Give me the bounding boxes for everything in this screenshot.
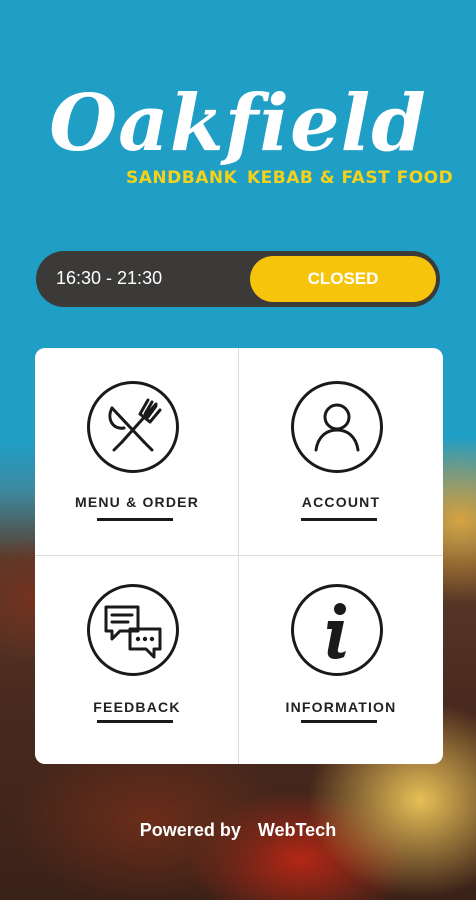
open-status-badge[interactable]: CLOSED [250, 256, 436, 302]
menu-order-tile[interactable]: MENU & ORDER [35, 348, 239, 556]
company-name[interactable]: WebTech [258, 820, 336, 840]
information-tile[interactable]: INFORMATION [239, 556, 443, 764]
menu-order-label: MENU & ORDER [74, 494, 200, 510]
brand-tagline: KEBAB & FAST FOOD [247, 168, 454, 188]
menu-order-underline [97, 518, 173, 521]
information-underline [301, 720, 377, 723]
feedback-underline [97, 720, 173, 723]
brand-logo: Oakfield SANDBANK KEBAB & FAST FOOD [0, 78, 476, 189]
feedback-tile[interactable]: FEEDBACK [35, 556, 239, 764]
chat-bubbles-icon [87, 584, 179, 676]
account-tile[interactable]: ACCOUNT [239, 348, 443, 556]
information-label: INFORMATION [285, 699, 397, 715]
info-icon [291, 584, 383, 676]
powered-by-footer: Powered by WebTech [0, 820, 476, 841]
feedback-label: FEEDBACK [93, 699, 181, 715]
powered-by-text: Powered by [139, 820, 241, 840]
user-icon [291, 381, 383, 473]
main-menu-grid: MENU & ORDER ACCOUNT FEEDBACK INFORMATIO… [35, 348, 443, 764]
account-label: ACCOUNT [301, 494, 381, 510]
brand-name: Oakfield [49, 78, 427, 169]
opening-hours-text: 16:30 - 21:30 [56, 268, 163, 288]
brand-location: SANDBANK [126, 168, 238, 188]
account-underline [301, 518, 377, 521]
cutlery-icon [87, 381, 179, 473]
opening-hours-bar: 16:30 - 21:30 CLOSED [36, 251, 440, 307]
